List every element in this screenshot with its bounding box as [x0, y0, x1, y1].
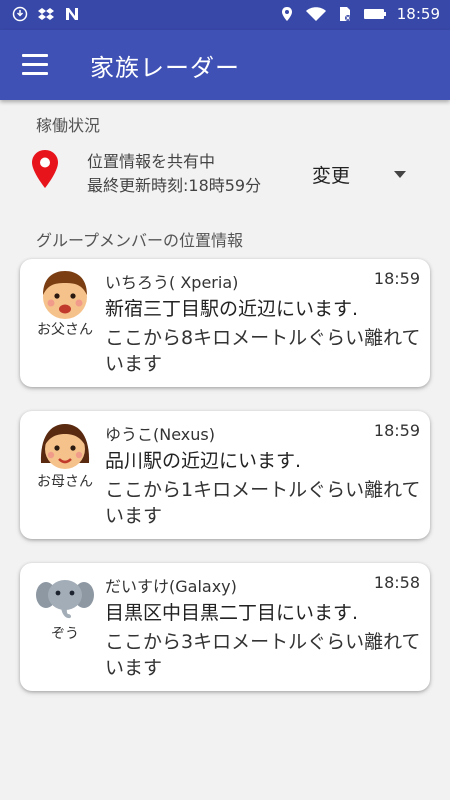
sim-icon — [339, 7, 351, 21]
location-icon — [281, 7, 292, 21]
avatar-label: お母さん — [37, 474, 93, 490]
member-name: いちろう( Xperia) — [105, 273, 239, 292]
mother-avatar-icon — [40, 424, 90, 469]
avatar-label: ぞう — [51, 626, 79, 642]
member-distance: ここから3キロメートルぐらい離れています — [105, 631, 421, 679]
dropbox-icon — [38, 8, 54, 20]
change-dropdown[interactable]: 変更 — [312, 159, 412, 189]
status-time: 18:59 — [396, 5, 440, 23]
member-time: 18:59 — [373, 421, 420, 440]
app-bar: 家族レーダー — [0, 30, 450, 100]
n-icon — [66, 8, 78, 20]
member-location: 目黒区中目黒二丁目にいます. — [105, 602, 359, 624]
member-time: 18:59 — [373, 269, 420, 288]
app-title: 家族レーダー — [90, 54, 240, 82]
status-bar: 18:59 — [0, 0, 450, 30]
dropdown-arrow-icon — [394, 171, 406, 178]
last-updated-text: 最終更新時刻:18時59分 — [87, 176, 262, 195]
member-location: 品川駅の近辺にいます. — [105, 450, 302, 472]
father-avatar-icon — [43, 271, 87, 319]
wifi-icon — [305, 7, 326, 21]
sharing-status: 位置情報を共有中 最終更新時刻:18時59分 変更 — [30, 145, 420, 195]
member-name: ゆうこ(Nexus) — [105, 425, 215, 444]
sharing-status-text: 位置情報を共有中 — [87, 152, 216, 171]
member-location: 新宿三丁目駅の近辺にいます. — [105, 298, 359, 320]
sync-icon — [12, 6, 28, 22]
avatar-label: お父さん — [37, 322, 93, 338]
battery-icon — [363, 9, 386, 19]
member-card[interactable]: ぞう だいすけ(Galaxy) 18:58 目黒区中目黒二丁目にいます. ここか… — [20, 563, 430, 691]
change-dropdown-label: 変更 — [312, 165, 351, 187]
hamburger-menu-icon[interactable] — [22, 54, 48, 76]
member-card[interactable]: お父さん いちろう( Xperia) 18:59 新宿三丁目駅の近辺にいます. … — [20, 259, 430, 387]
member-name: だいすけ(Galaxy) — [105, 577, 237, 596]
elephant-avatar-icon — [36, 580, 94, 619]
map-pin-icon — [32, 150, 58, 188]
member-card[interactable]: お母さん ゆうこ(Nexus) 18:59 品川駅の近辺にいます. ここから1キ… — [20, 411, 430, 539]
member-distance: ここから8キロメートルぐらい離れています — [105, 327, 421, 375]
section-title-members: グループメンバーの位置情報 — [36, 231, 244, 250]
section-title-operation: 稼働状況 — [36, 116, 101, 135]
member-time: 18:58 — [373, 573, 420, 592]
member-distance: ここから1キロメートルぐらい離れています — [105, 479, 421, 527]
